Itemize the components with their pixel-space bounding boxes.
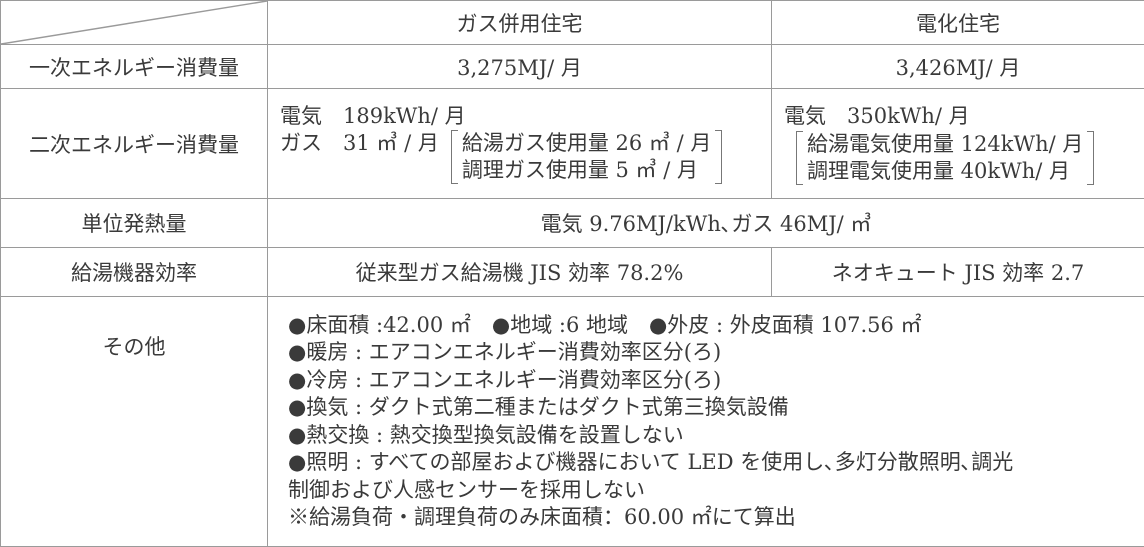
header-electric-house: 電化住宅: [772, 1, 1144, 45]
gas-usage-total: ガス 31 ㎥ / 月: [280, 130, 439, 157]
label-heat-unit: 単位発熱量: [1, 199, 268, 248]
label-efficiency: 給湯機器効率: [1, 248, 268, 297]
electric-hotwater-usage: 給湯電気使用量 124kWh/ 月: [807, 131, 1083, 158]
gas-electricity-line: 電気 189kWh/ 月: [280, 103, 771, 130]
other-line-heat-exchange: ●熱交換 : 熱交換型換気設備を設置しない: [288, 422, 1134, 450]
diagonal-line: [1, 1, 267, 44]
row-other: その他 ●床面積 :42.00 ㎡ ●地域 :6 地域 ●外皮 : 外皮面積 1…: [1, 297, 1144, 547]
other-line-floor: ●床面積 :42.00 ㎡ ●地域 :6 地域 ●外皮 : 外皮面積 107.5…: [288, 312, 1134, 340]
corner-cell: [1, 1, 268, 45]
gas-cooking-usage: 調理ガス使用量 5 ㎥ / 月: [462, 157, 712, 184]
other-line-ventilation: ●換気 : ダクト式第二種またはダクト式第三換気設備: [288, 394, 1134, 422]
heat-unit-value: 電気 9.76MJ/kWh､ガス 46MJ/ ㎥: [268, 199, 1144, 248]
header-row: ガス併用住宅 電化住宅: [1, 1, 1144, 45]
other-line-lighting-cont: 制御および人感センサーを採用しない: [288, 477, 1134, 505]
other-line-cooling: ●冷房 : エアコンエネルギー消費効率区分(ろ): [288, 367, 1134, 395]
header-gas-house: ガス併用住宅: [268, 1, 772, 45]
energy-comparison-table: ガス併用住宅 電化住宅 一次エネルギー消費量 3,275MJ/ 月 3,426M…: [0, 0, 1144, 547]
label-primary-energy: 一次エネルギー消費量: [1, 45, 268, 89]
other-line-note: ※給湯負荷・調理負荷のみ床面積：60.00 ㎡にて算出: [288, 504, 1134, 532]
row-secondary-energy: 二次エネルギー消費量 電気 189kWh/ 月 ガス 31 ㎥ / 月 給湯ガス…: [1, 89, 1144, 199]
gas-efficiency: 従来型ガス給湯機 JIS 効率 78.2%: [268, 248, 772, 297]
row-heat-unit: 単位発熱量 電気 9.76MJ/kWh､ガス 46MJ/ ㎥: [1, 199, 1144, 248]
gas-usage-row: ガス 31 ㎥ / 月 給湯ガス使用量 26 ㎥ / 月 調理ガス使用量 5 ㎥…: [280, 130, 771, 184]
electric-electricity-line: 電気 350kWh/ 月: [784, 103, 1144, 130]
gas-usage-breakdown: 給湯ガス使用量 26 ㎥ / 月 調理ガス使用量 5 ㎥ / 月: [451, 130, 723, 184]
gas-primary-energy: 3,275MJ/ 月: [268, 45, 772, 89]
electric-usage-breakdown: 給湯電気使用量 124kWh/ 月 調理電気使用量 40kWh/ 月: [796, 131, 1094, 185]
gas-hotwater-usage: 給湯ガス使用量 26 ㎥ / 月: [462, 130, 712, 157]
electric-secondary-energy: 電気 350kWh/ 月 給湯電気使用量 124kWh/ 月 調理電気使用量 4…: [772, 89, 1144, 199]
electric-cooking-usage: 調理電気使用量 40kWh/ 月: [807, 158, 1083, 185]
other-line-heating: ●暖房 : エアコンエネルギー消費効率区分(ろ): [288, 339, 1134, 367]
electric-primary-energy: 3,426MJ/ 月: [772, 45, 1144, 89]
other-line-lighting: ●照明 : すべての部屋および機器において LED を使用し､多灯分散照明､調光: [288, 449, 1134, 477]
label-secondary-energy: 二次エネルギー消費量: [1, 89, 268, 199]
other-details: ●床面積 :42.00 ㎡ ●地域 :6 地域 ●外皮 : 外皮面積 107.5…: [268, 297, 1144, 547]
gas-secondary-energy: 電気 189kWh/ 月 ガス 31 ㎥ / 月 給湯ガス使用量 26 ㎥ / …: [268, 89, 772, 199]
row-efficiency: 給湯機器効率 従来型ガス給湯機 JIS 効率 78.2% ネオキュート JIS …: [1, 248, 1144, 297]
row-primary-energy: 一次エネルギー消費量 3,275MJ/ 月 3,426MJ/ 月: [1, 45, 1144, 89]
electric-efficiency: ネオキュート JIS 効率 2.7: [772, 248, 1144, 297]
label-other: その他: [1, 297, 268, 547]
